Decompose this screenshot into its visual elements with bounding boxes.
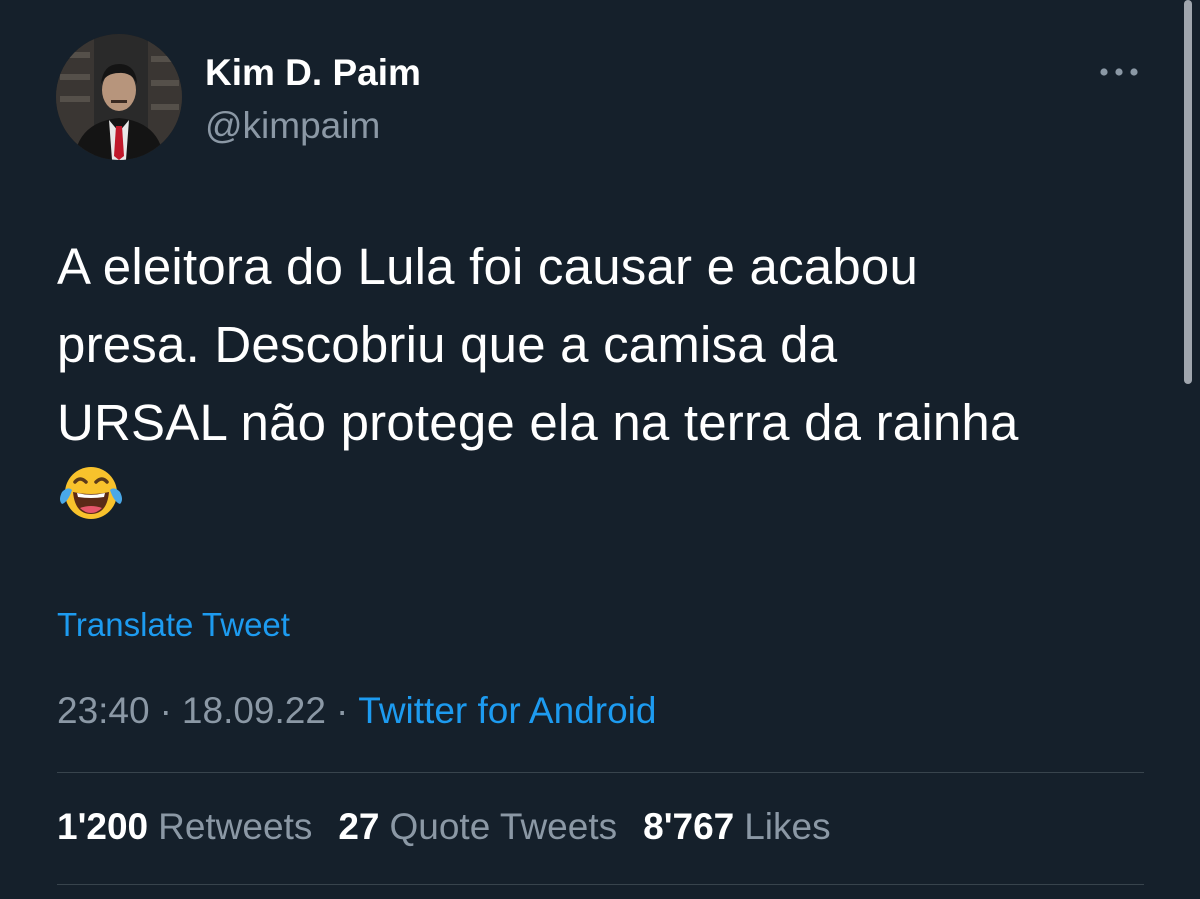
retweets-count: 1'200 xyxy=(57,806,149,847)
likes-stat[interactable]: 8'767 Likes xyxy=(643,806,831,848)
separator: · xyxy=(335,690,349,731)
divider xyxy=(57,772,1144,773)
avatar[interactable] xyxy=(56,34,182,160)
divider xyxy=(57,884,1144,885)
tweet-text: A eleitora do Lula foi causar e acabou p… xyxy=(57,238,1019,451)
quote-tweets-count: 27 xyxy=(338,806,380,847)
more-horizontal-icon xyxy=(1100,68,1138,76)
scrollbar[interactable] xyxy=(1184,0,1192,384)
quote-tweets-stat[interactable]: 27 Quote Tweets xyxy=(338,806,617,848)
quote-tweets-label: Quote Tweets xyxy=(389,806,618,847)
likes-label: Likes xyxy=(744,806,831,847)
tweet-date[interactable]: 18.09.22 xyxy=(182,690,326,731)
tweet-time[interactable]: 23:40 xyxy=(57,690,150,731)
tweet-source-link[interactable]: Twitter for Android xyxy=(358,690,656,731)
likes-count: 8'767 xyxy=(643,806,735,847)
author-handle[interactable]: @kimpaim xyxy=(205,105,380,147)
separator: · xyxy=(159,690,172,731)
tweet-metadata: 23:40 · 18.09.22 · Twitter for Android xyxy=(57,690,656,732)
face-with-tears-of-joy-icon xyxy=(58,462,124,528)
more-options-button[interactable] xyxy=(1092,56,1146,88)
tweet-detail: Kim D. Paim @kimpaim A eleitora do Lula … xyxy=(0,0,1200,899)
retweets-label: Retweets xyxy=(158,806,313,847)
author-display-name[interactable]: Kim D. Paim xyxy=(205,52,421,94)
retweets-stat[interactable]: 1'200 Retweets xyxy=(57,806,312,848)
tweet-stats: 1'200 Retweets 27 Quote Tweets 8'767 Likes xyxy=(57,806,831,848)
translate-tweet-link[interactable]: Translate Tweet xyxy=(57,606,290,644)
profile-photo-icon xyxy=(56,34,182,160)
